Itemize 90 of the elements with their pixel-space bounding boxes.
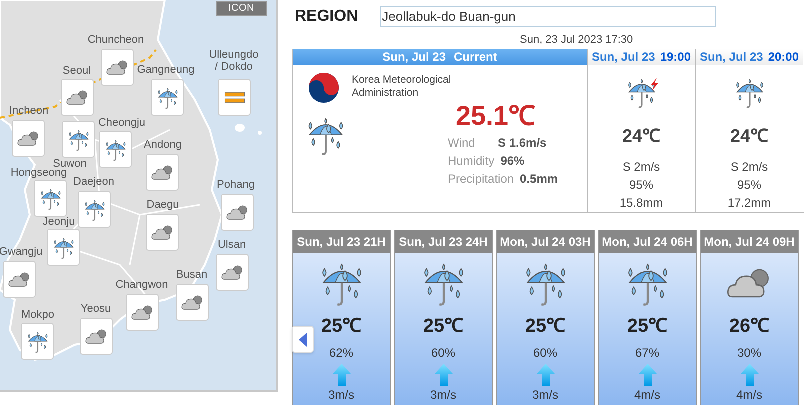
- city-label: Daejeon: [72, 176, 116, 188]
- hour-wind: S 2m/s: [622, 159, 660, 176]
- card-chance: 60%: [533, 344, 558, 362]
- weather-tile[interactable]: [99, 131, 132, 168]
- weather-tile[interactable]: [101, 49, 134, 86]
- city-label: Suwon: [53, 158, 88, 170]
- wind-arrow-icon: [740, 364, 758, 386]
- detail-value: S 1.6m/s: [498, 135, 547, 152]
- region-field[interactable]: Jeollabuk-do Buan-gun: [380, 6, 716, 27]
- city-label: Mokpo: [20, 309, 56, 321]
- city-label: Yeosu: [80, 303, 112, 315]
- weather-tile[interactable]: [21, 323, 54, 360]
- city-label: Seoul: [62, 65, 92, 77]
- weather-tile[interactable]: [80, 318, 113, 355]
- card-title: Sun, Jul 23 21H: [293, 230, 390, 253]
- detail-label: Humidity: [448, 153, 495, 170]
- weather-tile[interactable]: [3, 261, 36, 298]
- agency-name: Korea Meteorological Administration: [352, 74, 452, 100]
- card-chance: 30%: [737, 344, 762, 362]
- header-label: Current: [454, 49, 498, 66]
- weather-tile[interactable]: [221, 194, 254, 231]
- icon-button[interactable]: ICON: [216, 1, 267, 16]
- card-temperature: 25℃: [627, 315, 668, 339]
- city-label: Pohang: [216, 179, 256, 191]
- header-date: Sun, Jul 23: [592, 49, 656, 66]
- previous-button[interactable]: [292, 326, 314, 353]
- header-time: 19:00: [660, 49, 692, 66]
- hour-humidity: 95%: [629, 177, 654, 194]
- left-triangle-icon: [299, 332, 307, 346]
- weather-tile[interactable]: [62, 121, 95, 158]
- card-temperature: 25℃: [525, 315, 566, 339]
- weather-tile[interactable]: [146, 214, 179, 251]
- city-label: Ulsan: [216, 239, 248, 251]
- card-wind: 3m/s: [430, 386, 456, 404]
- hour-humidity: 95%: [737, 177, 762, 194]
- hour-wind: S 2m/s: [730, 159, 768, 176]
- wind-arrow-icon: [434, 364, 452, 386]
- weather-tile[interactable]: [78, 191, 111, 228]
- city-label: Hongseong: [10, 167, 68, 179]
- header-date: Sun, Jul 23: [382, 49, 446, 66]
- card-wind: 4m/s: [736, 386, 762, 404]
- city-label: Chuncheon: [86, 34, 146, 46]
- card-temperature: 25℃: [423, 315, 464, 339]
- weather-tile[interactable]: [12, 120, 45, 157]
- city-label: Jeonju: [42, 216, 76, 228]
- city-label: Gangneung: [136, 64, 196, 76]
- detail-value: 96%: [500, 153, 525, 170]
- city-label: Changwon: [114, 279, 170, 291]
- weather-tile[interactable]: [34, 180, 67, 217]
- header-time: 20:00: [768, 49, 800, 66]
- card-wind: 3m/s: [532, 386, 558, 404]
- card-chance: 67%: [635, 344, 660, 362]
- weather-tile[interactable]: [126, 294, 159, 331]
- city-label: Andong: [143, 139, 183, 151]
- current-temperature: 25.1℃: [456, 100, 536, 133]
- hour-temperature: 24℃: [622, 125, 661, 148]
- card-temperature: 25℃: [321, 315, 362, 339]
- card-temperature: 26℃: [729, 315, 770, 339]
- weather-tile[interactable]: [61, 79, 94, 116]
- card-wind: 3m/s: [328, 386, 354, 404]
- weather-tile[interactable]: [151, 79, 184, 116]
- weather-tile[interactable]: [146, 154, 179, 191]
- hour-temperature: 24℃: [730, 125, 769, 148]
- card-title: Mon, Jul 24 03H: [497, 230, 594, 253]
- weather-tile[interactable]: [176, 284, 209, 321]
- card-chance: 60%: [431, 344, 456, 362]
- detail-value: 0.5mm: [520, 171, 558, 188]
- wind-arrow-icon: [536, 364, 554, 386]
- update-time: Sun, 23 Jul 2023 17:30: [520, 33, 634, 48]
- wind-arrow-icon: [638, 364, 656, 386]
- weather-tile[interactable]: [218, 79, 251, 116]
- header-date: Sun, Jul 23: [700, 49, 764, 66]
- weather-tile[interactable]: [216, 254, 249, 291]
- city-label: Daegu: [146, 199, 180, 211]
- card-title: Sun, Jul 23 24H: [395, 230, 492, 253]
- city-label: Cheongju: [97, 117, 147, 129]
- card-chance: 62%: [329, 344, 354, 362]
- city-label: Gwangju: [0, 246, 44, 258]
- card-title: Mon, Jul 24 09H: [701, 230, 798, 253]
- city-label: Busan: [175, 269, 209, 281]
- weather-tile[interactable]: [47, 229, 80, 266]
- detail-label: Wind: [448, 135, 476, 152]
- hour-precipitation: 17.2mm: [728, 195, 772, 212]
- wind-arrow-icon: [332, 364, 350, 386]
- card-wind: 4m/s: [634, 386, 660, 404]
- card-title: Mon, Jul 24 06H: [599, 230, 696, 253]
- detail-label: Precipitation: [448, 171, 514, 188]
- agency-logo-icon: [308, 72, 340, 104]
- hour-precipitation: 15.8mm: [620, 195, 664, 212]
- region-label: REGION: [295, 6, 358, 26]
